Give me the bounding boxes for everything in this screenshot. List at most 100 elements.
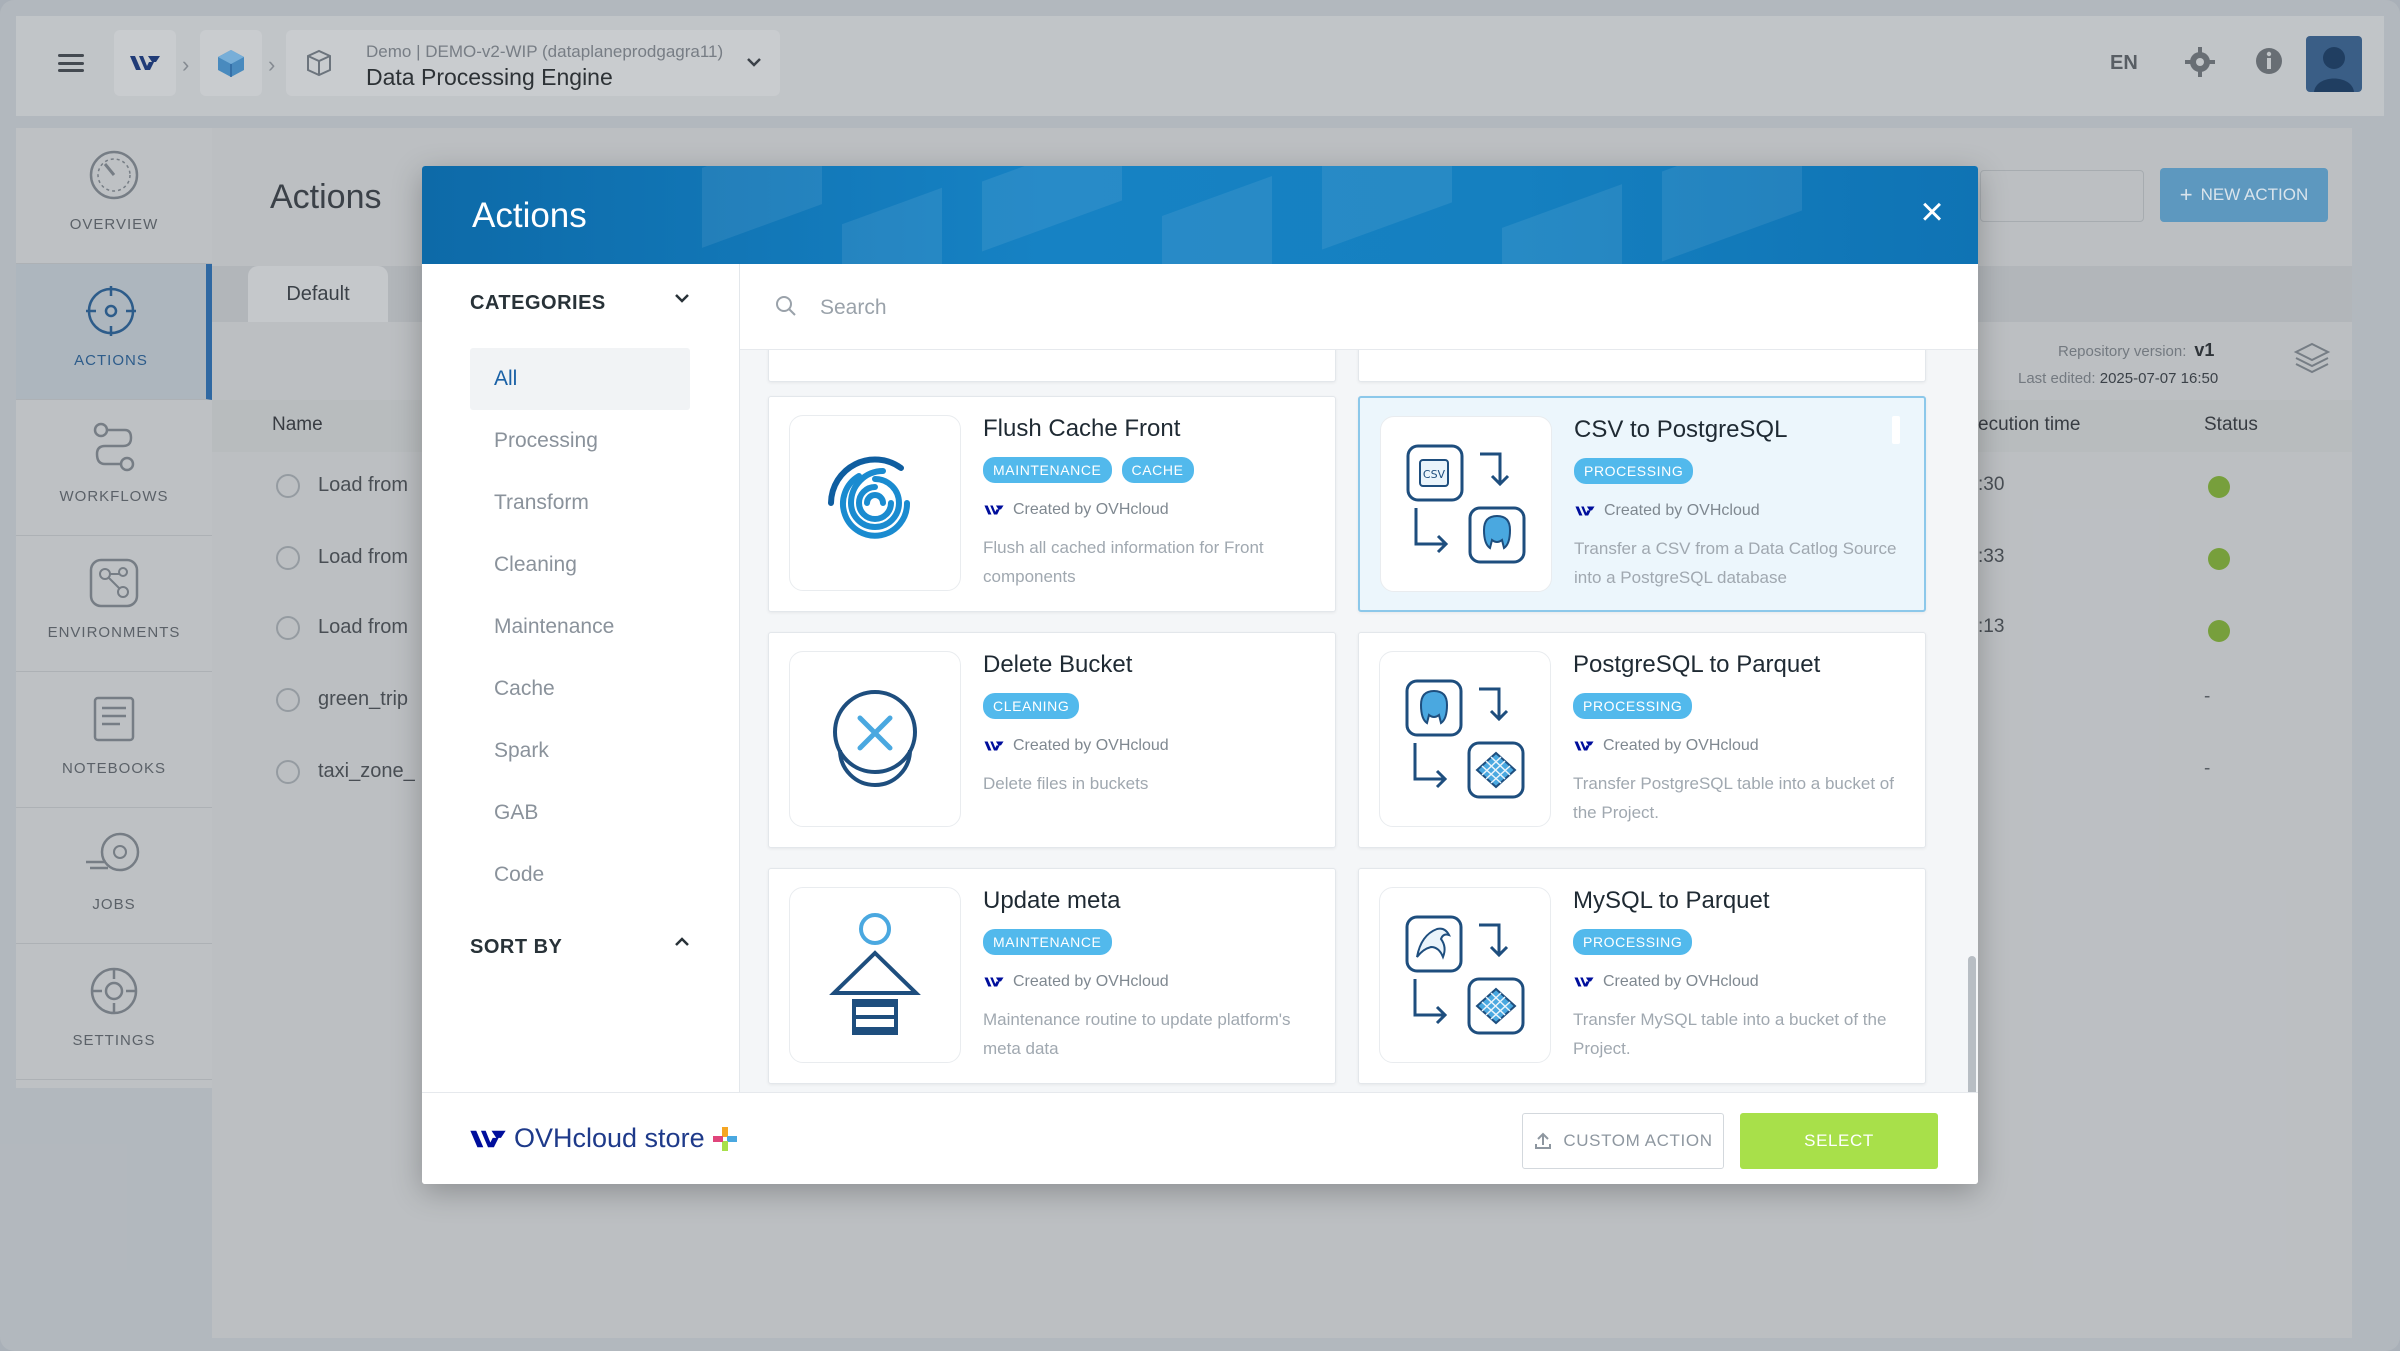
sidebar-item-notebooks[interactable]: NOTEBOOKS — [16, 672, 212, 808]
user-avatar-icon — [2314, 47, 2354, 92]
repository-version: Repository version: v1 — [2058, 340, 2214, 361]
tab-default[interactable]: Default — [248, 266, 388, 322]
sidebar-item-actions[interactable]: ACTIONS — [16, 264, 212, 400]
add-circle-icon[interactable] — [276, 616, 300, 640]
action-card-partial[interactable] — [768, 350, 1336, 382]
selected-indicator — [1892, 416, 1900, 444]
environment-icon — [89, 558, 139, 608]
action-card[interactable]: PostgreSQL to Parquet PROCESSING Created… — [1358, 632, 1926, 848]
table-row[interactable]: Load from — [318, 546, 408, 569]
ovh-home-button[interactable] — [114, 30, 176, 96]
project-subtitle: Demo | DEMO-v2-WIP (dataplaneprodgagra11… — [366, 42, 724, 61]
status-success-icon — [2208, 476, 2230, 498]
upload-icon — [1535, 1132, 1552, 1149]
actions-modal: Actions × CATEGORIES All Processing Tran… — [422, 166, 1978, 1184]
csv-to-postgres-icon: CSV — [1406, 444, 1526, 564]
card-thumbnail — [789, 651, 961, 827]
custom-action-button[interactable]: CUSTOM ACTION — [1522, 1113, 1724, 1169]
tag-badge: PROCESSING — [1573, 929, 1693, 955]
card-thumbnail: CSV — [1380, 416, 1552, 592]
column-header-name[interactable]: Name — [272, 414, 323, 436]
chevron-down-icon — [747, 58, 761, 67]
app-window: › › Demo | DEMO-v2-WIP (dataplaneprodgag… — [0, 0, 2400, 1351]
project-button[interactable] — [200, 30, 262, 96]
service-selector[interactable]: Demo | DEMO-v2-WIP (dataplaneprodgagra11… — [286, 30, 780, 96]
sidebar-item-environments[interactable]: ENVIRONMENTS — [16, 536, 212, 672]
sidebar-item-label: WORKFLOWS — [59, 488, 169, 505]
gear-icon[interactable] — [2184, 46, 2216, 78]
table-row[interactable]: green_trip — [318, 688, 408, 711]
modal-title: Actions — [472, 196, 587, 235]
card-title: Delete Bucket — [983, 651, 1133, 678]
sort-by-header[interactable]: SORT BY — [470, 936, 562, 959]
chevron-up-icon[interactable] — [672, 934, 692, 950]
category-spark[interactable]: Spark — [470, 720, 690, 782]
layers-icon[interactable] — [2292, 340, 2332, 374]
table-row[interactable]: Load from — [318, 474, 408, 497]
sidebar-item-label: OVERVIEW — [69, 216, 159, 233]
card-description: Delete files in buckets — [983, 774, 1149, 793]
target-icon — [86, 286, 136, 336]
categories-header[interactable]: CATEGORIES — [470, 292, 606, 315]
category-code[interactable]: Code — [470, 844, 690, 906]
chevron-right-icon: › — [182, 52, 190, 77]
info-icon[interactable] — [2254, 46, 2284, 76]
action-card[interactable]: Delete Bucket CLEANING Created by OVHclo… — [768, 632, 1336, 848]
card-title: MySQL to Parquet — [1573, 887, 1770, 914]
avatar[interactable] — [2306, 36, 2362, 92]
action-card[interactable]: Update meta MAINTENANCE Created by OVHcl… — [768, 868, 1336, 1084]
action-card-partial[interactable] — [1358, 350, 1926, 382]
chevron-down-icon[interactable] — [672, 290, 692, 306]
modal-footer: OVHcloud store CUSTOM ACTION SELECT — [422, 1092, 1978, 1184]
table-row[interactable]: taxi_zone_ — [318, 760, 415, 783]
table-row[interactable]: Load from — [318, 616, 408, 639]
close-icon[interactable]: × — [1912, 192, 1952, 232]
card-creator: Created by OVHcloud — [1573, 737, 1759, 755]
add-circle-icon[interactable] — [276, 760, 300, 784]
tag-badge: CLEANING — [983, 693, 1080, 719]
card-creator: Created by OVHcloud — [983, 501, 1169, 519]
add-circle-icon[interactable] — [276, 688, 300, 712]
category-transform[interactable]: Transform — [470, 472, 690, 534]
new-action-button[interactable]: + NEW ACTION — [2160, 168, 2328, 222]
sidebar-item-settings[interactable]: SETTINGS — [16, 944, 212, 1080]
category-processing[interactable]: Processing — [470, 410, 690, 472]
column-header-execution-time[interactable]: ecution time — [1978, 414, 2080, 436]
add-circle-icon[interactable] — [276, 474, 300, 498]
language-selector[interactable]: EN — [2110, 52, 2138, 75]
box-icon — [307, 49, 331, 77]
category-cache[interactable]: Cache — [470, 658, 690, 720]
search-input[interactable] — [820, 288, 1620, 328]
row-status-empty: - — [2204, 758, 2211, 779]
card-thumbnail — [1379, 651, 1551, 827]
jobs-icon — [86, 832, 140, 872]
category-maintenance[interactable]: Maintenance — [470, 596, 690, 658]
scrollbar[interactable] — [1968, 956, 1976, 1092]
sidebar-item-overview[interactable]: OVERVIEW — [16, 128, 212, 264]
add-circle-icon[interactable] — [276, 546, 300, 570]
repo-version-value: v1 — [2194, 340, 2215, 360]
select-button[interactable]: SELECT — [1740, 1113, 1938, 1169]
tag-badge: PROCESSING — [1574, 458, 1694, 484]
card-description: Transfer a CSV from a Data Catlog Source… — [1574, 539, 1897, 587]
action-card[interactable]: MySQL to Parquet PROCESSING Created by O… — [1358, 868, 1926, 1084]
category-gab[interactable]: GAB — [470, 782, 690, 844]
actions-search-input[interactable] — [1980, 170, 2144, 222]
column-header-status[interactable]: Status — [2204, 414, 2258, 436]
sidebar-item-workflows[interactable]: WORKFLOWS — [16, 400, 212, 536]
action-card[interactable]: Flush Cache Front MAINTENANCE CACHE Crea… — [768, 396, 1336, 612]
ovh-logo-icon — [984, 977, 1004, 987]
sidebar-item-jobs[interactable]: JOBS — [16, 808, 212, 944]
action-card-selected[interactable]: CSV CSV to PostgreSQL PROCESSING Created… — [1358, 396, 1926, 612]
category-all[interactable]: All — [470, 348, 690, 410]
card-title: Update meta — [983, 887, 1121, 914]
creator-label: Created by OVHcloud — [1604, 502, 1760, 519]
card-creator: Created by OVHcloud — [983, 973, 1169, 991]
menu-icon[interactable] — [56, 48, 86, 78]
last-edited-label: Last edited: — [2018, 370, 2096, 387]
card-title: Flush Cache Front — [983, 415, 1181, 442]
card-tags: MAINTENANCE CACHE — [983, 457, 1194, 483]
card-creator: Created by OVHcloud — [1573, 973, 1759, 991]
category-cleaning[interactable]: Cleaning — [470, 534, 690, 596]
card-tags: PROCESSING — [1573, 929, 1693, 955]
